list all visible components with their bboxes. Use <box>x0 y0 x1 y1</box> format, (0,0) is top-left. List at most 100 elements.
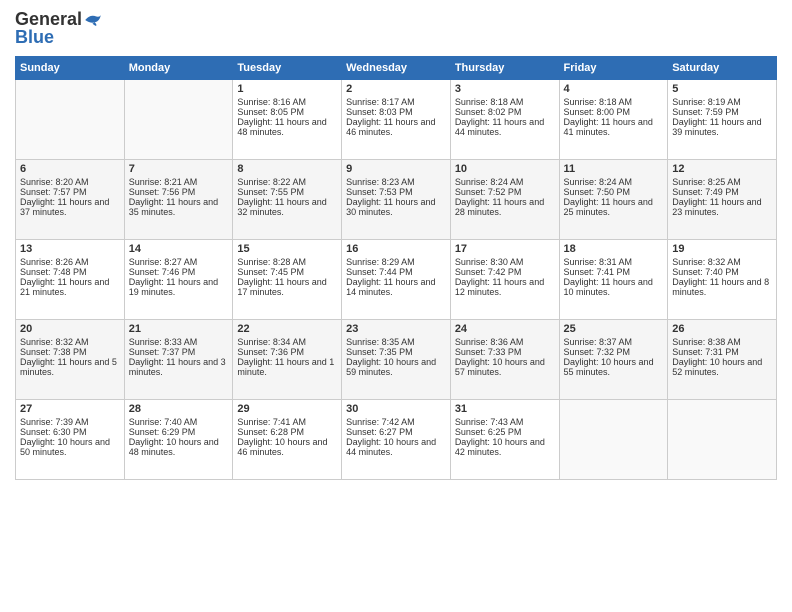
header-day: Thursday <box>450 56 559 79</box>
cell-content: Daylight: 10 hours and 50 minutes. <box>20 437 120 457</box>
cell-content: Daylight: 10 hours and 42 minutes. <box>455 437 555 457</box>
cell-content: Sunset: 6:29 PM <box>129 427 229 437</box>
cell-content: Sunset: 6:28 PM <box>237 427 337 437</box>
cell-content: Sunrise: 7:41 AM <box>237 417 337 427</box>
cell-content: Daylight: 11 hours and 32 minutes. <box>237 197 337 217</box>
cell-content: Sunset: 7:55 PM <box>237 187 337 197</box>
cell-content: Sunrise: 8:32 AM <box>672 257 772 267</box>
header-row: SundayMondayTuesdayWednesdayThursdayFrid… <box>16 56 777 79</box>
cell-content: Sunset: 7:36 PM <box>237 347 337 357</box>
day-number: 24 <box>455 323 555 335</box>
calendar-cell: 28Sunrise: 7:40 AMSunset: 6:29 PMDayligh… <box>124 399 233 479</box>
cell-content: Sunrise: 8:38 AM <box>672 337 772 347</box>
cell-content: Sunrise: 8:35 AM <box>346 337 446 347</box>
cell-content: Sunrise: 8:22 AM <box>237 177 337 187</box>
day-number: 12 <box>672 163 772 175</box>
cell-content: Daylight: 10 hours and 44 minutes. <box>346 437 446 457</box>
calendar-cell: 16Sunrise: 8:29 AMSunset: 7:44 PMDayligh… <box>342 239 451 319</box>
calendar-cell: 25Sunrise: 8:37 AMSunset: 7:32 PMDayligh… <box>559 319 668 399</box>
cell-content: Sunrise: 8:24 AM <box>564 177 664 187</box>
cell-content: Sunrise: 7:39 AM <box>20 417 120 427</box>
cell-content: Sunset: 7:59 PM <box>672 107 772 117</box>
calendar-cell: 31Sunrise: 7:43 AMSunset: 6:25 PMDayligh… <box>450 399 559 479</box>
day-number: 31 <box>455 403 555 415</box>
cell-content: Sunset: 7:38 PM <box>20 347 120 357</box>
header-day: Sunday <box>16 56 125 79</box>
cell-content: Daylight: 11 hours and 25 minutes. <box>564 197 664 217</box>
calendar-cell: 7 Sunrise: 8:21 AMSunset: 7:56 PMDaylight… <box>124 159 233 239</box>
cell-content: Daylight: 11 hours and 48 minutes. <box>237 117 337 137</box>
cell-content: Daylight: 11 hours and 8 minutes. <box>672 277 772 297</box>
cell-content: Sunset: 7:53 PM <box>346 187 446 197</box>
day-number: 26 <box>672 323 772 335</box>
day-number: 14 <box>129 243 229 255</box>
day-number: 5 <box>672 83 772 95</box>
day-number: 2 <box>346 83 446 95</box>
cell-content: Sunrise: 8:24 AM <box>455 177 555 187</box>
cell-content: Sunset: 8:03 PM <box>346 107 446 117</box>
cell-content: Daylight: 11 hours and 17 minutes. <box>237 277 337 297</box>
cell-content: Sunset: 7:52 PM <box>455 187 555 197</box>
week-row: 20Sunrise: 8:32 AMSunset: 7:38 PMDayligh… <box>16 319 777 399</box>
day-number: 20 <box>20 323 120 335</box>
calendar-cell: 4Sunrise: 8:18 AMSunset: 8:00 PMDaylight… <box>559 79 668 159</box>
day-number: 1 <box>237 83 337 95</box>
cell-content: Sunrise: 8:37 AM <box>564 337 664 347</box>
cell-content: Sunset: 7:41 PM <box>564 267 664 277</box>
cell-content: Sunrise: 8:23 AM <box>346 177 446 187</box>
day-number: 27 <box>20 403 120 415</box>
header-day: Monday <box>124 56 233 79</box>
day-number: 21 <box>129 323 229 335</box>
cell-content: Daylight: 10 hours and 52 minutes. <box>672 357 772 377</box>
week-row: 13Sunrise: 8:26 AMSunset: 7:48 PMDayligh… <box>16 239 777 319</box>
cell-content: Daylight: 11 hours and 5 minutes. <box>20 357 120 377</box>
week-row: 6Sunrise: 8:20 AMSunset: 7:57 PMDaylight… <box>16 159 777 239</box>
cell-content: Sunset: 7:46 PM <box>129 267 229 277</box>
calendar-cell: 22Sunrise: 8:34 AMSunset: 7:36 PMDayligh… <box>233 319 342 399</box>
cell-content: Sunset: 8:05 PM <box>237 107 337 117</box>
cell-content: Daylight: 11 hours and 30 minutes. <box>346 197 446 217</box>
cell-content: Daylight: 11 hours and 46 minutes. <box>346 117 446 137</box>
cell-content: Sunset: 7:49 PM <box>672 187 772 197</box>
cell-content: Sunrise: 8:29 AM <box>346 257 446 267</box>
cell-content: Daylight: 11 hours and 37 minutes. <box>20 197 120 217</box>
day-number: 7 <box>129 163 229 175</box>
cell-content: Daylight: 11 hours and 23 minutes. <box>672 197 772 217</box>
cell-content: Sunset: 7:35 PM <box>346 347 446 357</box>
cell-content: Sunrise: 8:18 AM <box>564 97 664 107</box>
calendar-cell: 27Sunrise: 7:39 AMSunset: 6:30 PMDayligh… <box>16 399 125 479</box>
calendar-cell: 2 Sunrise: 8:17 AMSunset: 8:03 PMDaylight… <box>342 79 451 159</box>
cell-content: Sunrise: 8:17 AM <box>346 97 446 107</box>
calendar-cell: 14Sunrise: 8:27 AMSunset: 7:46 PMDayligh… <box>124 239 233 319</box>
day-number: 18 <box>564 243 664 255</box>
calendar-cell: 10Sunrise: 8:24 AMSunset: 7:52 PMDayligh… <box>450 159 559 239</box>
cell-content: Sunset: 8:00 PM <box>564 107 664 117</box>
cell-content: Sunset: 7:42 PM <box>455 267 555 277</box>
cell-content: Daylight: 11 hours and 21 minutes. <box>20 277 120 297</box>
calendar-cell: 21Sunrise: 8:33 AMSunset: 7:37 PMDayligh… <box>124 319 233 399</box>
cell-content: Sunrise: 7:40 AM <box>129 417 229 427</box>
cell-content: Daylight: 11 hours and 10 minutes. <box>564 277 664 297</box>
calendar-cell <box>668 399 777 479</box>
cell-content: Sunrise: 8:21 AM <box>129 177 229 187</box>
cell-content: Daylight: 11 hours and 28 minutes. <box>455 197 555 217</box>
cell-content: Daylight: 11 hours and 41 minutes. <box>564 117 664 137</box>
calendar-cell: 5Sunrise: 8:19 AMSunset: 7:59 PMDaylight… <box>668 79 777 159</box>
cell-content: Sunrise: 8:28 AM <box>237 257 337 267</box>
calendar-cell: 20Sunrise: 8:32 AMSunset: 7:38 PMDayligh… <box>16 319 125 399</box>
cell-content: Daylight: 10 hours and 57 minutes. <box>455 357 555 377</box>
calendar-cell <box>124 79 233 159</box>
cell-content: Sunset: 6:25 PM <box>455 427 555 437</box>
cell-content: Daylight: 11 hours and 44 minutes. <box>455 117 555 137</box>
calendar-cell: 9Sunrise: 8:23 AMSunset: 7:53 PMDaylight… <box>342 159 451 239</box>
day-number: 13 <box>20 243 120 255</box>
logo: General Blue <box>15 10 102 48</box>
calendar-table: SundayMondayTuesdayWednesdayThursdayFrid… <box>15 56 777 480</box>
calendar-cell: 19Sunrise: 8:32 AMSunset: 7:40 PMDayligh… <box>668 239 777 319</box>
day-number: 22 <box>237 323 337 335</box>
cell-content: Sunset: 7:56 PM <box>129 187 229 197</box>
cell-content: Daylight: 11 hours and 35 minutes. <box>129 197 229 217</box>
cell-content: Sunset: 7:44 PM <box>346 267 446 277</box>
calendar-cell: 12Sunrise: 8:25 AMSunset: 7:49 PMDayligh… <box>668 159 777 239</box>
day-number: 3 <box>455 83 555 95</box>
